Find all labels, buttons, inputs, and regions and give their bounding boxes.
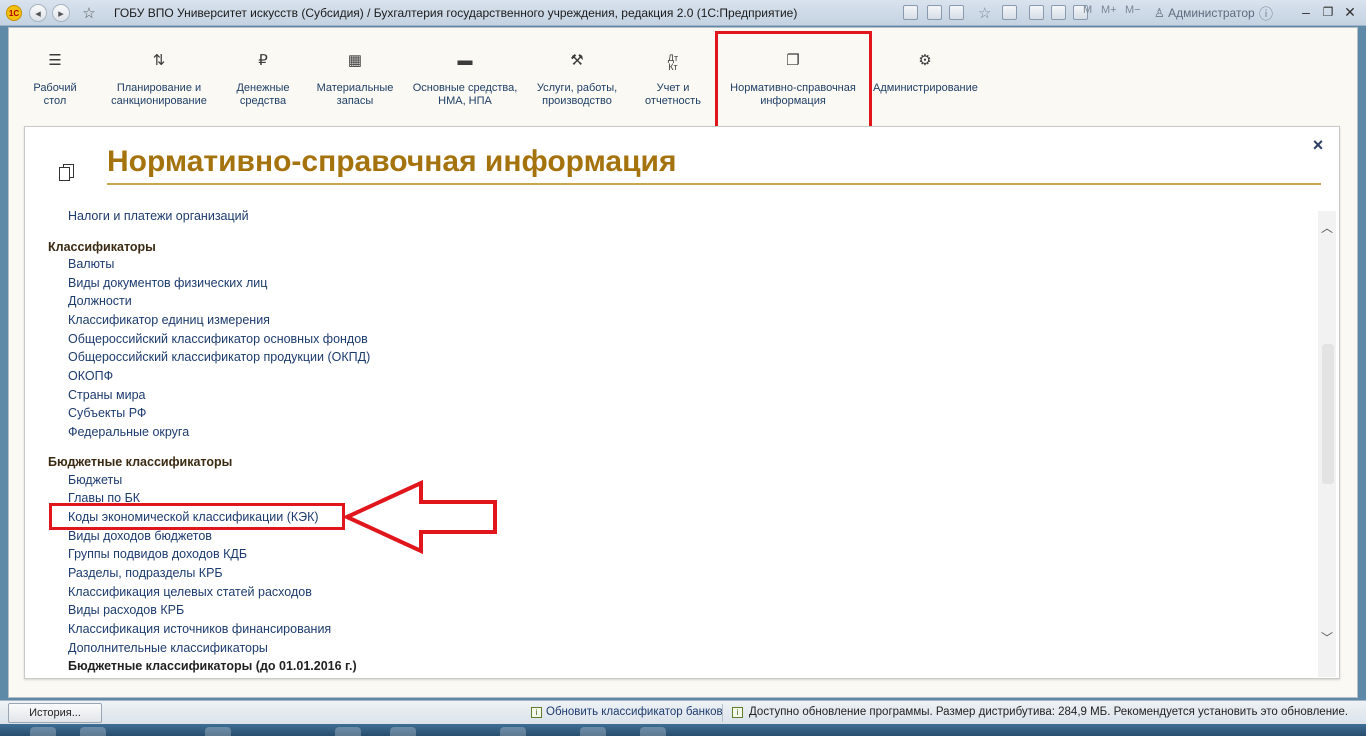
list-item[interactable]: Страны мира <box>68 388 146 402</box>
gear-icon: ⚙ <box>918 52 932 69</box>
list-item[interactable]: Бюджеты <box>68 473 122 487</box>
favorites-star-icon[interactable]: ☆ <box>80 4 98 22</box>
ruble-icon: ₽ <box>258 52 268 69</box>
scroll-down-icon[interactable]: ﹀ <box>1318 629 1336 647</box>
page-title: Нормативно-справочная информация <box>107 145 677 178</box>
update-available-message[interactable]: Доступно обновление программы. Размер ди… <box>749 706 1348 718</box>
left-arrow-annotation <box>344 480 497 554</box>
taskbar-item[interactable] <box>640 727 666 736</box>
forward-icon[interactable]: ▸ <box>52 4 70 22</box>
status-divider <box>722 704 723 722</box>
taskbar-item[interactable] <box>500 727 526 736</box>
main-frame: ☰ Рабочий стол ⇅ Планирование и санкционир… <box>8 27 1358 698</box>
truck-icon: ▬ <box>457 52 473 69</box>
scrollbar-thumb[interactable] <box>1322 344 1334 484</box>
section-administration[interactable]: ⚙ Администрирование <box>873 52 978 95</box>
user-icon: ♙ <box>1154 6 1169 20</box>
preview-icon[interactable] <box>949 5 964 20</box>
section-highlight-annotation <box>715 31 872 137</box>
section-services[interactable]: ⚒ Услуги, работы, производство <box>531 52 623 108</box>
planning-icon: ⇅ <box>152 52 166 69</box>
save-icon[interactable] <box>903 5 918 20</box>
grid-icon: ▦ <box>347 52 363 69</box>
link-icon[interactable] <box>1002 5 1017 20</box>
list-item[interactable]: Должности <box>68 294 132 308</box>
reference-books-icon <box>59 164 74 181</box>
group-classifiers: Классификаторы <box>48 240 156 254</box>
list-item[interactable]: Субъекты РФ <box>68 406 146 420</box>
taskbar-item[interactable] <box>580 727 606 736</box>
section-label: Денежные средства <box>236 82 290 107</box>
taskbar-item[interactable] <box>205 727 231 736</box>
section-label: Услуги, работы, производство <box>536 82 618 107</box>
section-label: Планирование и санкционирование <box>111 82 207 107</box>
history-button[interactable]: История... <box>8 703 102 723</box>
app-logo-icon[interactable]: 1С <box>6 5 22 21</box>
group-budget-classifiers: Бюджетные классификаторы <box>48 455 233 469</box>
minimize-button[interactable]: – <box>1294 3 1318 21</box>
list-item[interactable]: Классификация источников финансирования <box>68 622 331 636</box>
group-budget-classifiers-old: Бюджетные классификаторы (до 01.01.2016 … <box>68 659 357 673</box>
list-item[interactable]: Федеральные округа <box>68 425 189 439</box>
list-item[interactable]: Общероссийский классификатор продукции (… <box>68 350 370 364</box>
user-name[interactable]: ♙ Администратор <box>1154 6 1255 20</box>
info-icon: i <box>732 707 743 718</box>
section-accounting[interactable]: Дт Кт Учет и отчетность <box>639 54 707 108</box>
scroll-up-icon[interactable]: ︿ <box>1318 219 1336 237</box>
section-fixed-assets[interactable]: ▬ Основные средства, НМА, НПА <box>409 52 521 108</box>
memory-plus-button[interactable]: M+ <box>1101 4 1117 16</box>
list-item[interactable]: Классификатор единиц измерения <box>68 313 270 327</box>
hamburger-menu-icon: ☰ <box>48 52 62 69</box>
list-item[interactable]: ОКОПФ <box>68 369 113 383</box>
window-title: ГОБУ ВПО Университет искусств (Субсидия)… <box>114 6 798 20</box>
section-label: Основные средства, НМА, НПА <box>412 82 518 107</box>
favorite-star-icon[interactable]: ☆ <box>978 4 991 22</box>
print-icon[interactable] <box>927 5 942 20</box>
taskbar-item[interactable] <box>80 727 106 736</box>
close-window-button[interactable]: ✕ <box>1338 3 1362 21</box>
os-taskbar <box>0 724 1366 736</box>
close-icon[interactable]: × <box>1310 136 1326 154</box>
list-item-taxes[interactable]: Налоги и платежи организаций <box>68 209 249 223</box>
section-desktop[interactable]: ☰ Рабочий стол <box>23 52 87 108</box>
status-bar: История... i Обновить классификатор банк… <box>0 700 1366 724</box>
vertical-scrollbar[interactable]: ︿ ﹀ <box>1318 211 1336 677</box>
back-icon[interactable]: ◂ <box>29 4 47 22</box>
sections-panel: ☰ Рабочий стол ⇅ Планирование и санкционир… <box>9 28 1357 137</box>
list-item[interactable]: Группы подвидов доходов КДБ <box>68 547 247 561</box>
calculator-icon[interactable] <box>1051 5 1066 20</box>
section-inventory[interactable]: ▦ Материальные запасы <box>315 52 395 108</box>
taskbar-item[interactable] <box>335 727 361 736</box>
list-item[interactable]: Валюты <box>68 257 114 271</box>
update-bank-classifier-link[interactable]: Обновить классификатор банков <box>546 706 723 718</box>
item-highlight-annotation <box>49 503 345 530</box>
list-item[interactable]: Виды документов физических лиц <box>68 276 267 290</box>
list-item[interactable]: Общероссийский классификатор основных фо… <box>68 332 368 346</box>
taskbar-item[interactable] <box>390 727 416 736</box>
list-item[interactable]: Дополнительные классификаторы <box>68 641 268 655</box>
section-money[interactable]: ₽ Денежные средства <box>229 52 297 108</box>
section-label: Администрирование <box>873 82 978 94</box>
memory-minus-button[interactable]: M− <box>1125 4 1141 16</box>
user-label: Администратор <box>1168 6 1255 20</box>
title-underline <box>107 183 1321 185</box>
info-icon[interactable]: ⓘ <box>1259 4 1273 24</box>
list-item[interactable]: Виды расходов КРБ <box>68 603 184 617</box>
list-item[interactable]: Разделы, подразделы КРБ <box>68 566 223 580</box>
taskbar-item[interactable] <box>30 727 56 736</box>
title-bar: 1С ◂ ▸ ☆ ГОБУ ВПО Университет искусств (… <box>0 0 1366 26</box>
tools-icon: ⚒ <box>570 52 584 69</box>
maximize-button[interactable]: ❐ <box>1316 3 1340 21</box>
memory-m-button[interactable]: M <box>1083 4 1092 16</box>
list-item[interactable]: Классификация целевых статей расходов <box>68 585 312 599</box>
calendar-icon[interactable] <box>1029 5 1044 20</box>
section-label: Материальные запасы <box>316 82 394 107</box>
section-planning[interactable]: ⇅ Планирование и санкционирование <box>109 52 209 108</box>
list-item[interactable]: Виды доходов бюджетов <box>68 529 212 543</box>
info-icon: i <box>531 707 542 718</box>
reference-info-panel: Нормативно-справочная информация × Налог… <box>24 126 1340 679</box>
debit-credit-icon: Дт Кт <box>667 53 679 72</box>
section-label: Учет и отчетность <box>645 82 701 107</box>
section-label: Рабочий стол <box>33 82 77 107</box>
